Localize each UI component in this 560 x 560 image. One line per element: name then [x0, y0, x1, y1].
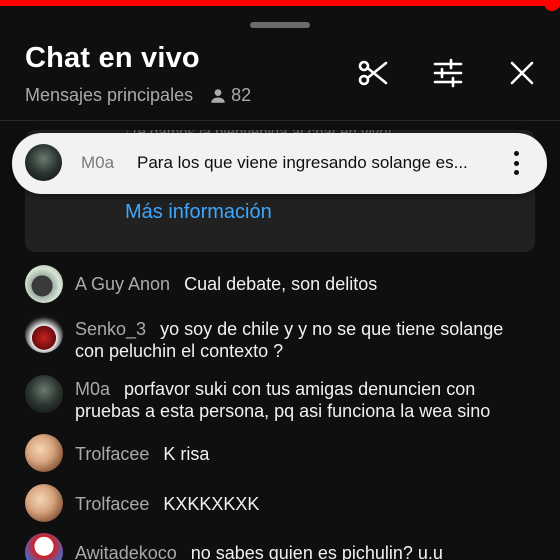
chat-text: K risa	[163, 444, 210, 464]
chat-message-line: Trolfacee K risa	[75, 443, 535, 465]
chat-message-line: M0a porfavor suki con tus amigas denuncie…	[75, 378, 535, 422]
avatar	[25, 315, 63, 353]
drag-handle[interactable]	[250, 22, 310, 28]
avatar	[25, 265, 63, 303]
chat-text: KXKKXKXK	[163, 494, 260, 514]
video-progress-bar[interactable]	[0, 0, 560, 11]
chat-message-line: A Guy Anon Cual debate, son delitos	[75, 273, 535, 295]
chat-message-line: Senko_3 yo soy de chile y y no se que tie…	[75, 318, 535, 362]
chat-title: Chat en vivo	[25, 42, 200, 74]
scissors-icon[interactable]	[355, 55, 391, 91]
chat-author: A Guy Anon	[75, 274, 171, 294]
avatar	[25, 533, 63, 560]
chat-text: Cual debate, son delitos	[184, 274, 378, 294]
chat-mode-label: Mensajes principales	[25, 85, 194, 105]
chat-message-line: Trolfacee KXKKXKXK	[75, 493, 535, 515]
pinned-text: Para los que viene ingresando solange es…	[137, 153, 468, 172]
live-chat-panel: Chat en vivo Mensajes principales 82 Más…	[0, 0, 560, 560]
learn-more-link[interactable]: Más información	[125, 201, 272, 224]
chat-author: Awitadekoco	[75, 543, 177, 560]
more-options-icon[interactable]	[507, 148, 525, 178]
pinned-author: M0a	[81, 153, 115, 172]
chat-message-line: Awitadekoco no sabes quien es pichulin? u…	[75, 542, 535, 560]
chat-author: Trolfacee	[75, 494, 150, 514]
viewer-count-value: 82	[231, 85, 252, 105]
chat-author: M0a	[75, 379, 111, 399]
chat-mode-selector[interactable]: Mensajes principales 82	[25, 85, 251, 106]
video-progress-scrubber[interactable]	[543, 0, 560, 11]
header-divider	[0, 120, 560, 121]
chat-text: no sabes quien es pichulin? u.u	[190, 543, 443, 560]
pinned-message[interactable]: M0a Para los que viene ingresando solang…	[12, 133, 547, 194]
video-progress-fill	[0, 0, 552, 6]
tune-sliders-icon[interactable]	[430, 55, 466, 91]
chat-author: Senko_3	[75, 319, 147, 339]
avatar	[25, 375, 63, 413]
avatar	[25, 484, 63, 522]
viewer-count: 82	[209, 85, 251, 106]
chat-author: Trolfacee	[75, 444, 150, 464]
person-icon	[211, 88, 225, 103]
chat-text: porfavor suki con tus amigas denuncien c…	[75, 379, 491, 421]
avatar	[25, 434, 63, 472]
avatar	[25, 144, 62, 181]
close-icon[interactable]	[504, 55, 540, 91]
